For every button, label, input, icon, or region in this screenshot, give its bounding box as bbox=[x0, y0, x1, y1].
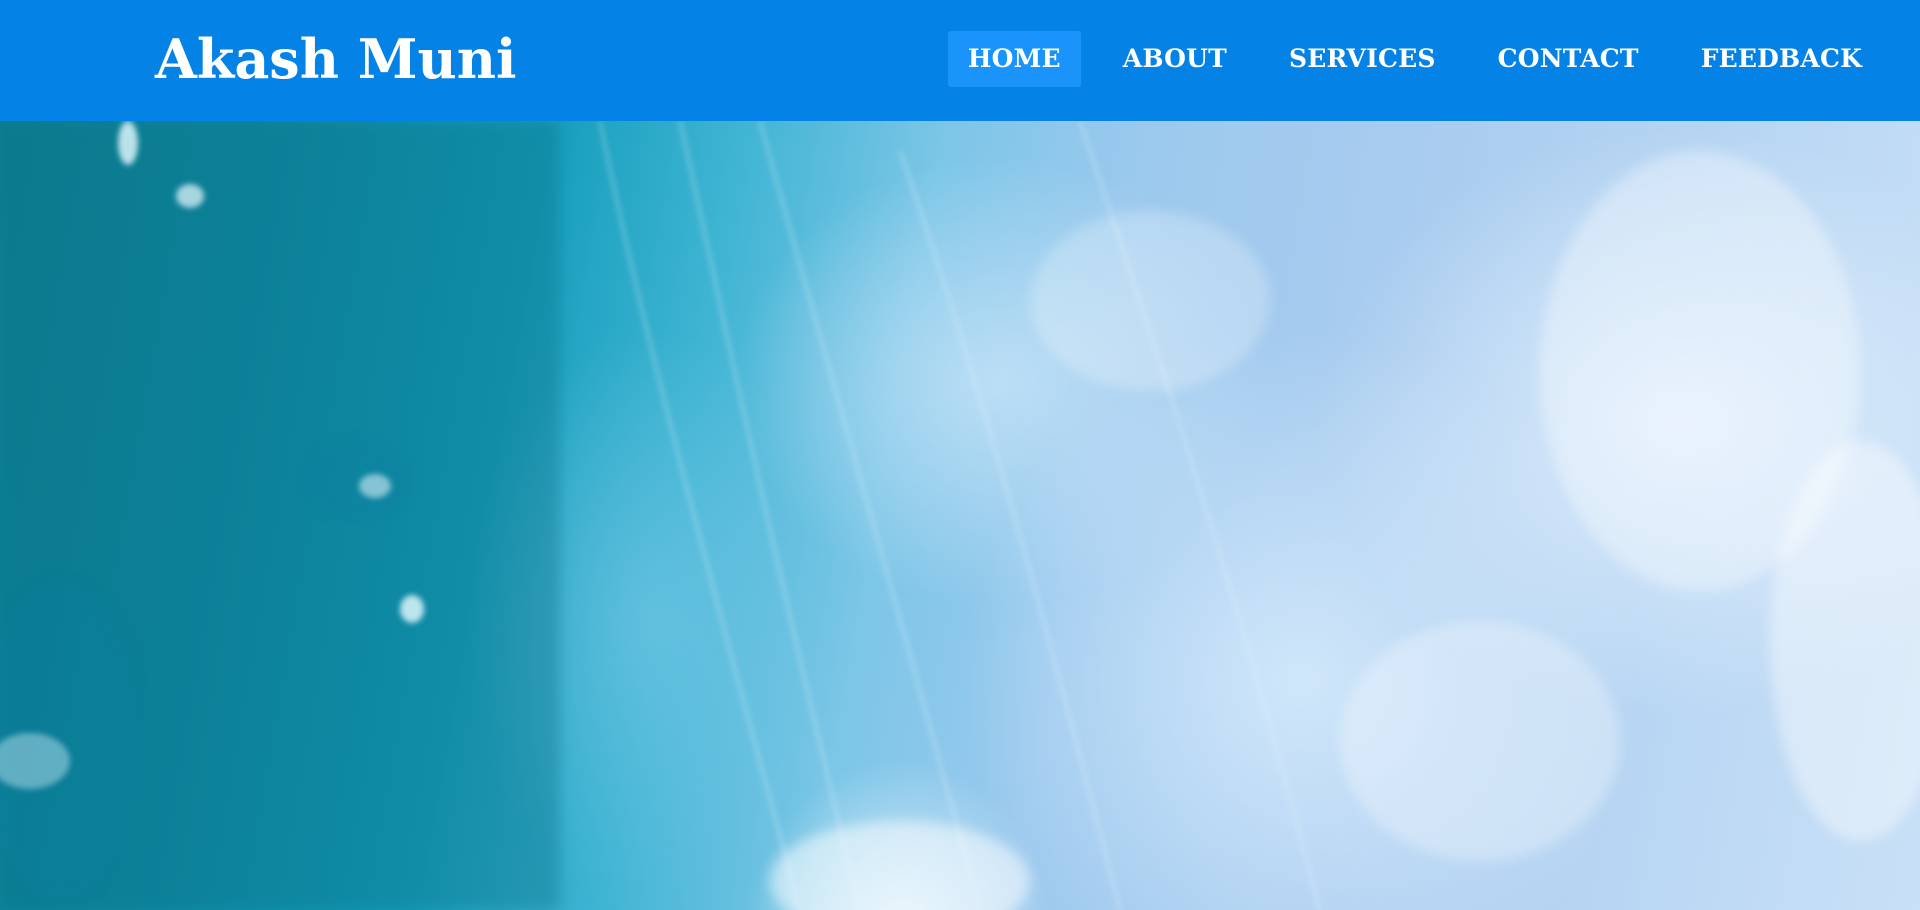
nav-item-feedback[interactable]: FEEDBACK bbox=[1681, 31, 1882, 87]
ocean-wave-photo bbox=[0, 121, 1920, 910]
nav-item-contact[interactable]: CONTACT bbox=[1478, 31, 1659, 87]
nav-item-about[interactable]: ABOUT bbox=[1103, 31, 1247, 87]
site-brand[interactable]: Akash Muni bbox=[155, 24, 517, 94]
nav-item-services[interactable]: SERVICES bbox=[1269, 31, 1456, 87]
nav-item-home[interactable]: HOME bbox=[947, 31, 1081, 87]
hero-image bbox=[0, 121, 1920, 910]
navbar: Akash Muni HOME ABOUT SERVICES CONTACT F… bbox=[0, 0, 1920, 121]
main-nav: HOME ABOUT SERVICES CONTACT FEEDBACK bbox=[947, 31, 1920, 87]
